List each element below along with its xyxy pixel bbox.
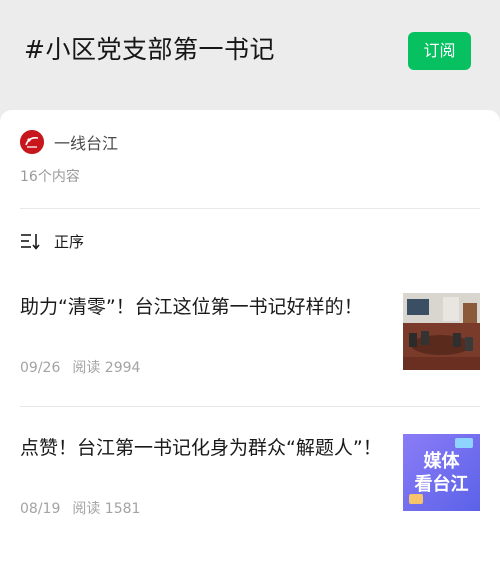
account-row[interactable]: 一线台江 <box>20 130 118 154</box>
divider <box>20 208 480 209</box>
subscribe-button[interactable]: 订阅 <box>408 32 471 70</box>
sort-label: 正序 <box>54 232 85 251</box>
article-title: 助力“清零”！台江这位第一书记好样的！ <box>20 296 363 318</box>
meeting-room-photo-icon <box>403 293 480 370</box>
article-list-card: 一线台江 16个内容 正序 助力“清零”！台江这位第一书记好样的！ 09/26 阅… <box>0 110 500 570</box>
account-logo-icon <box>20 130 44 154</box>
banner-line-1: 媒体 <box>424 450 461 472</box>
article-read-count: 阅读 2994 <box>72 360 141 376</box>
article-date: 09/26 <box>20 360 61 376</box>
article-meta: 09/26 阅读 2994 <box>20 357 140 377</box>
article-item[interactable]: 点赞！台江第一书记化身为群众“解题人”！ 08/19 阅读 1581 媒体 看台江 <box>0 434 500 524</box>
banner-line-2: 看台江 <box>414 473 469 495</box>
account-avatar <box>20 130 44 154</box>
article-date: 08/19 <box>20 501 61 517</box>
article-meta: 08/19 阅读 1581 <box>20 498 140 518</box>
sort-order-icon <box>20 231 42 251</box>
article-item[interactable]: 助力“清零”！台江这位第一书记好样的！ 09/26 阅读 2994 <box>0 293 500 383</box>
sort-toggle[interactable]: 正序 <box>20 228 84 254</box>
topic-header: #小区党支部第一书记 订阅 <box>0 0 500 110</box>
article-read-count: 阅读 1581 <box>72 501 141 517</box>
account-name: 一线台江 <box>54 134 119 153</box>
topic-title: #小区党支部第一书记 <box>24 35 275 64</box>
media-banner-icon: 媒体 看台江 <box>403 434 480 511</box>
article-title: 点赞！台江第一书记化身为群众“解题人”！ <box>20 437 382 459</box>
divider <box>20 406 480 407</box>
content-count: 16个内容 <box>20 169 80 185</box>
